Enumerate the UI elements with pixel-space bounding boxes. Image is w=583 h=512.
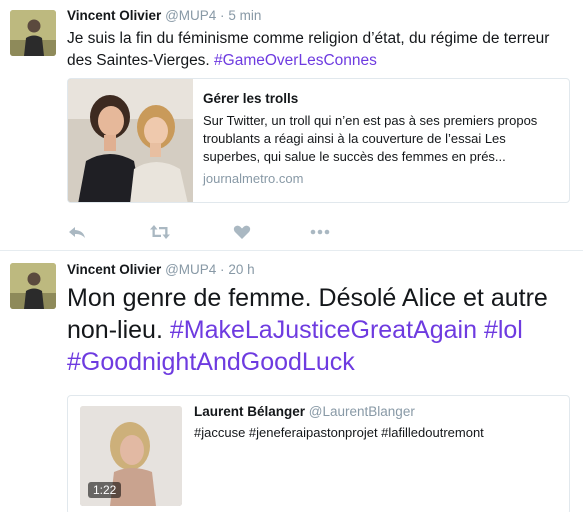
more-icon [310, 229, 330, 235]
tweet[interactable]: Vincent Olivier @MUP4 · 20 h Mon genre d… [0, 252, 583, 512]
author-handle[interactable]: @MUP4 [165, 262, 216, 277]
author-name[interactable]: Vincent Olivier [67, 8, 161, 23]
like-icon [233, 225, 251, 239]
quote-header: Laurent Bélanger @LaurentBlanger [194, 404, 564, 419]
card-title[interactable]: Gérer les trolls [203, 91, 563, 106]
retweet-button[interactable] [149, 222, 171, 242]
reply-button[interactable] [67, 222, 87, 242]
avatar[interactable] [10, 10, 56, 56]
quote-author-handle[interactable]: @LaurentBlanger [309, 404, 415, 419]
person-icon [10, 263, 56, 309]
quote-text: #jaccuse #jeneferaipastonprojet #lafille… [194, 425, 484, 440]
hashtag-link[interactable]: #lol [484, 316, 523, 344]
more-button[interactable] [309, 222, 331, 242]
person-icon [10, 10, 56, 56]
tweet[interactable]: Vincent Olivier @MUP4 · 5 min Je suis la… [0, 0, 583, 251]
quote-body: Laurent Bélanger @LaurentBlanger #jaccus… [194, 404, 564, 440]
card-image [68, 79, 193, 202]
card-domain[interactable]: journalmetro.com [203, 171, 563, 186]
timeline: Vincent Olivier @MUP4 · 5 min Je suis la… [0, 0, 583, 512]
retweet-icon [150, 225, 170, 239]
video-duration: 1:22 [88, 482, 122, 498]
link-card[interactable]: Gérer les trolls Sur Twitter, un troll q… [67, 78, 570, 203]
tweet-header: Vincent Olivier @MUP4 · 5 min [67, 8, 261, 23]
quote-author-name[interactable]: Laurent Bélanger [194, 404, 305, 419]
hashtag-link[interactable]: #MakeLaJusticeGreatAgain [170, 316, 477, 344]
tweet-text: Je suis la fin du féminisme comme religi… [67, 28, 567, 72]
video-thumbnail[interactable]: 1:22 [80, 406, 182, 506]
two-women-photo [68, 79, 193, 202]
hashtag-link[interactable]: #GameOverLesConnes [214, 52, 377, 69]
author-name[interactable]: Vincent Olivier [67, 262, 161, 277]
reply-icon [69, 227, 85, 238]
separator: · [220, 8, 225, 23]
timestamp[interactable]: 20 h [228, 262, 254, 277]
timestamp[interactable]: 5 min [228, 8, 261, 23]
card-body: Gérer les trolls Sur Twitter, un troll q… [203, 91, 563, 186]
avatar[interactable] [10, 263, 56, 309]
separator: · [220, 262, 225, 277]
author-handle[interactable]: @MUP4 [165, 8, 216, 23]
like-button[interactable] [232, 222, 252, 242]
tweet-actions [67, 222, 367, 242]
card-description: Sur Twitter, un troll qui n’en est pas à… [203, 113, 538, 164]
hashtag-link[interactable]: #GoodnightAndGoodLuck [67, 348, 355, 376]
quoted-tweet[interactable]: 1:22 Laurent Bélanger @LaurentBlanger #j… [67, 395, 570, 512]
tweet-text: Mon genre de femme. Désolé Alice et autr… [67, 282, 572, 378]
tweet-header: Vincent Olivier @MUP4 · 20 h [67, 262, 255, 277]
